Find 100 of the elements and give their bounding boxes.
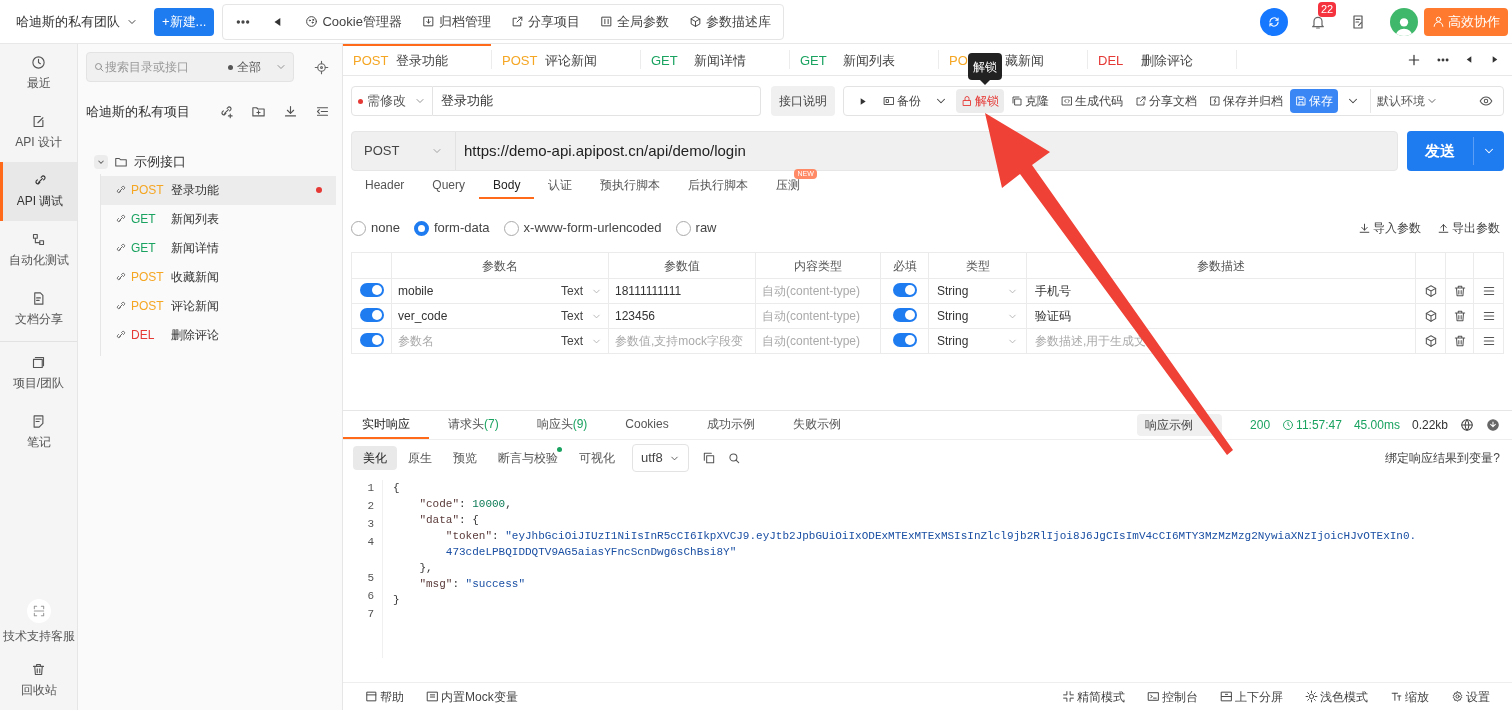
tree-item[interactable]: GET 新闻详情 xyxy=(101,233,336,263)
response-tab[interactable]: 实时响应 xyxy=(343,411,429,439)
bind-variable-link[interactable]: 绑定响应结果到变量? xyxy=(1385,449,1502,467)
footer-button[interactable]: 内置Mock变量 xyxy=(426,687,518,706)
response-tab[interactable]: Cookies xyxy=(606,411,688,439)
type-select[interactable]: Text xyxy=(561,282,602,300)
radio-option[interactable]: x-www-form-urlencoded xyxy=(503,218,662,238)
description-field[interactable]: 参数描述,用于生成文 xyxy=(1035,332,1407,350)
request-tab[interactable]: 后执行脚本 xyxy=(674,173,763,199)
method-select[interactable]: POST xyxy=(352,132,456,170)
content-type-cell[interactable]: 自动(content-type) xyxy=(755,278,881,304)
param-action[interactable]: 导入参数 xyxy=(1358,219,1421,237)
value-field[interactable]: 18111111111 xyxy=(615,282,749,300)
request-tab[interactable]: Body xyxy=(479,173,535,199)
url-field[interactable]: https://demo-api.apipost.cn/api/demo/login xyxy=(456,139,754,163)
action-button[interactable]: 分享文档 xyxy=(1130,89,1202,113)
delete-icon[interactable] xyxy=(1452,284,1467,298)
toolbar-button[interactable]: 全局参数 xyxy=(599,11,669,32)
action-button[interactable]: 备份 xyxy=(878,89,926,113)
avatar[interactable] xyxy=(1390,7,1418,36)
key-cell[interactable]: mobile Text xyxy=(391,278,609,304)
delete-icon[interactable] xyxy=(1452,309,1467,323)
description-cell[interactable]: 参数描述,用于生成文 xyxy=(1026,328,1416,354)
response-tab[interactable]: 响应头(9) xyxy=(517,411,607,439)
value-field[interactable]: 参数值,支持mock字段变 xyxy=(615,332,749,350)
toggle-switch[interactable] xyxy=(892,333,917,347)
radio-option[interactable]: raw xyxy=(675,218,717,238)
tree-item[interactable]: POST 登录功能 xyxy=(101,175,336,205)
key-field[interactable]: mobile xyxy=(398,282,561,300)
view-tab[interactable]: 可视化 xyxy=(569,446,625,470)
folder-item[interactable]: 示例接口 xyxy=(84,149,336,174)
search-field[interactable]: 搜索目录或接口 全部 xyxy=(86,52,294,82)
action-button[interactable]: 保存并归档 xyxy=(1204,89,1288,113)
nav-item[interactable]: API 调试 xyxy=(0,162,77,221)
param-action[interactable]: 导出参数 xyxy=(1437,219,1500,237)
key-cell[interactable]: ver_code Text xyxy=(391,303,609,329)
nav-item[interactable]: 最近 xyxy=(0,44,77,103)
value-cell[interactable]: 参数值,支持mock字段变 xyxy=(608,328,756,354)
type-select[interactable]: Text xyxy=(561,332,602,350)
nav-item[interactable]: 笔记 xyxy=(0,403,77,462)
request-tab[interactable]: 预执行脚本 xyxy=(586,173,675,199)
search-icon[interactable] xyxy=(726,451,741,465)
delete-icon[interactable] xyxy=(1452,334,1467,348)
tab[interactable]: DEL 删除评论 xyxy=(1088,44,1236,75)
radio-option[interactable]: none xyxy=(351,218,400,238)
copy-icon[interactable] xyxy=(701,451,716,465)
content-type-field[interactable]: 自动(content-type) xyxy=(762,332,874,350)
status-select[interactable]: 需修改 xyxy=(351,86,433,116)
footer-button[interactable]: 设置 xyxy=(1451,687,1490,706)
toggle-switch[interactable] xyxy=(359,308,384,322)
drag-icon[interactable] xyxy=(1481,334,1496,348)
key-field[interactable]: 参数名 xyxy=(398,332,561,350)
response-tab[interactable]: 成功示例 xyxy=(687,411,774,439)
locate-icon[interactable] xyxy=(314,59,329,75)
request-tab[interactable]: Query xyxy=(418,173,480,199)
new-folder-icon[interactable] xyxy=(251,104,266,120)
action-button[interactable]: 生成代码 xyxy=(1056,89,1128,113)
tree-item[interactable]: POST 收藏新闻 xyxy=(101,262,336,292)
key-cell[interactable]: 参数名 Text xyxy=(391,328,609,354)
toggle-switch[interactable] xyxy=(892,308,917,322)
view-tab[interactable]: 美化 xyxy=(353,446,397,470)
nav-item[interactable]: 项目/团队 xyxy=(0,344,77,403)
action-button[interactable]: 保存 xyxy=(1290,89,1338,113)
import-icon[interactable] xyxy=(283,104,298,120)
view-tab[interactable]: 断言与校验 xyxy=(488,446,568,470)
tab[interactable]: GET 新闻列表 xyxy=(790,44,938,75)
description-field[interactable]: 手机号 xyxy=(1035,282,1407,300)
type-select[interactable]: Text xyxy=(561,307,602,325)
content-type-cell[interactable]: 自动(content-type) xyxy=(755,328,881,354)
doc-button[interactable]: 接口说明 xyxy=(771,86,835,116)
toolbar-button[interactable]: 归档管理 xyxy=(421,11,491,32)
toolbar-button[interactable]: 分享项目 xyxy=(510,11,580,32)
download-icon[interactable] xyxy=(1486,418,1500,432)
toolbar-button[interactable]: Cookie管理器 xyxy=(305,11,402,32)
key-field[interactable]: ver_code xyxy=(398,307,561,325)
tree-item[interactable]: DEL 删除评论 xyxy=(101,320,336,350)
nav-item[interactable]: API 设计 xyxy=(0,103,77,162)
action-button[interactable]: 克隆 xyxy=(1006,89,1054,113)
nav-item[interactable]: 文档分享 xyxy=(0,280,77,339)
nav-item[interactable]: 技术支持客服 xyxy=(0,592,77,651)
new-button[interactable]: +新建... xyxy=(154,7,215,36)
document-icon[interactable] xyxy=(1350,13,1366,30)
view-tab[interactable]: 原生 xyxy=(398,446,442,470)
nav-item[interactable]: 回收站 xyxy=(0,651,77,710)
sync-button[interactable] xyxy=(1260,7,1288,36)
cube-icon[interactable] xyxy=(1423,284,1438,298)
action-button[interactable]: 解锁 xyxy=(956,89,1004,113)
drag-icon[interactable] xyxy=(1481,284,1496,298)
content-type-field[interactable]: 自动(content-type) xyxy=(762,282,874,300)
footer-button[interactable]: 精简模式 xyxy=(1062,687,1125,706)
content-type-cell[interactable]: 自动(content-type) xyxy=(755,303,881,329)
new-api-icon[interactable] xyxy=(219,104,234,120)
footer-button[interactable]: 控制台 xyxy=(1147,687,1198,706)
radio-option[interactable]: form-data xyxy=(413,218,490,238)
tab[interactable]: GET 新闻详情 xyxy=(641,44,789,75)
tree-item[interactable]: POST 评论新闻 xyxy=(101,291,336,321)
footer-button[interactable]: 上下分屏 xyxy=(1220,687,1283,706)
request-tab[interactable]: Header xyxy=(351,173,419,199)
nav-item[interactable]: 自动化测试 xyxy=(0,221,77,280)
footer-button[interactable]: 缩放 xyxy=(1390,687,1429,706)
